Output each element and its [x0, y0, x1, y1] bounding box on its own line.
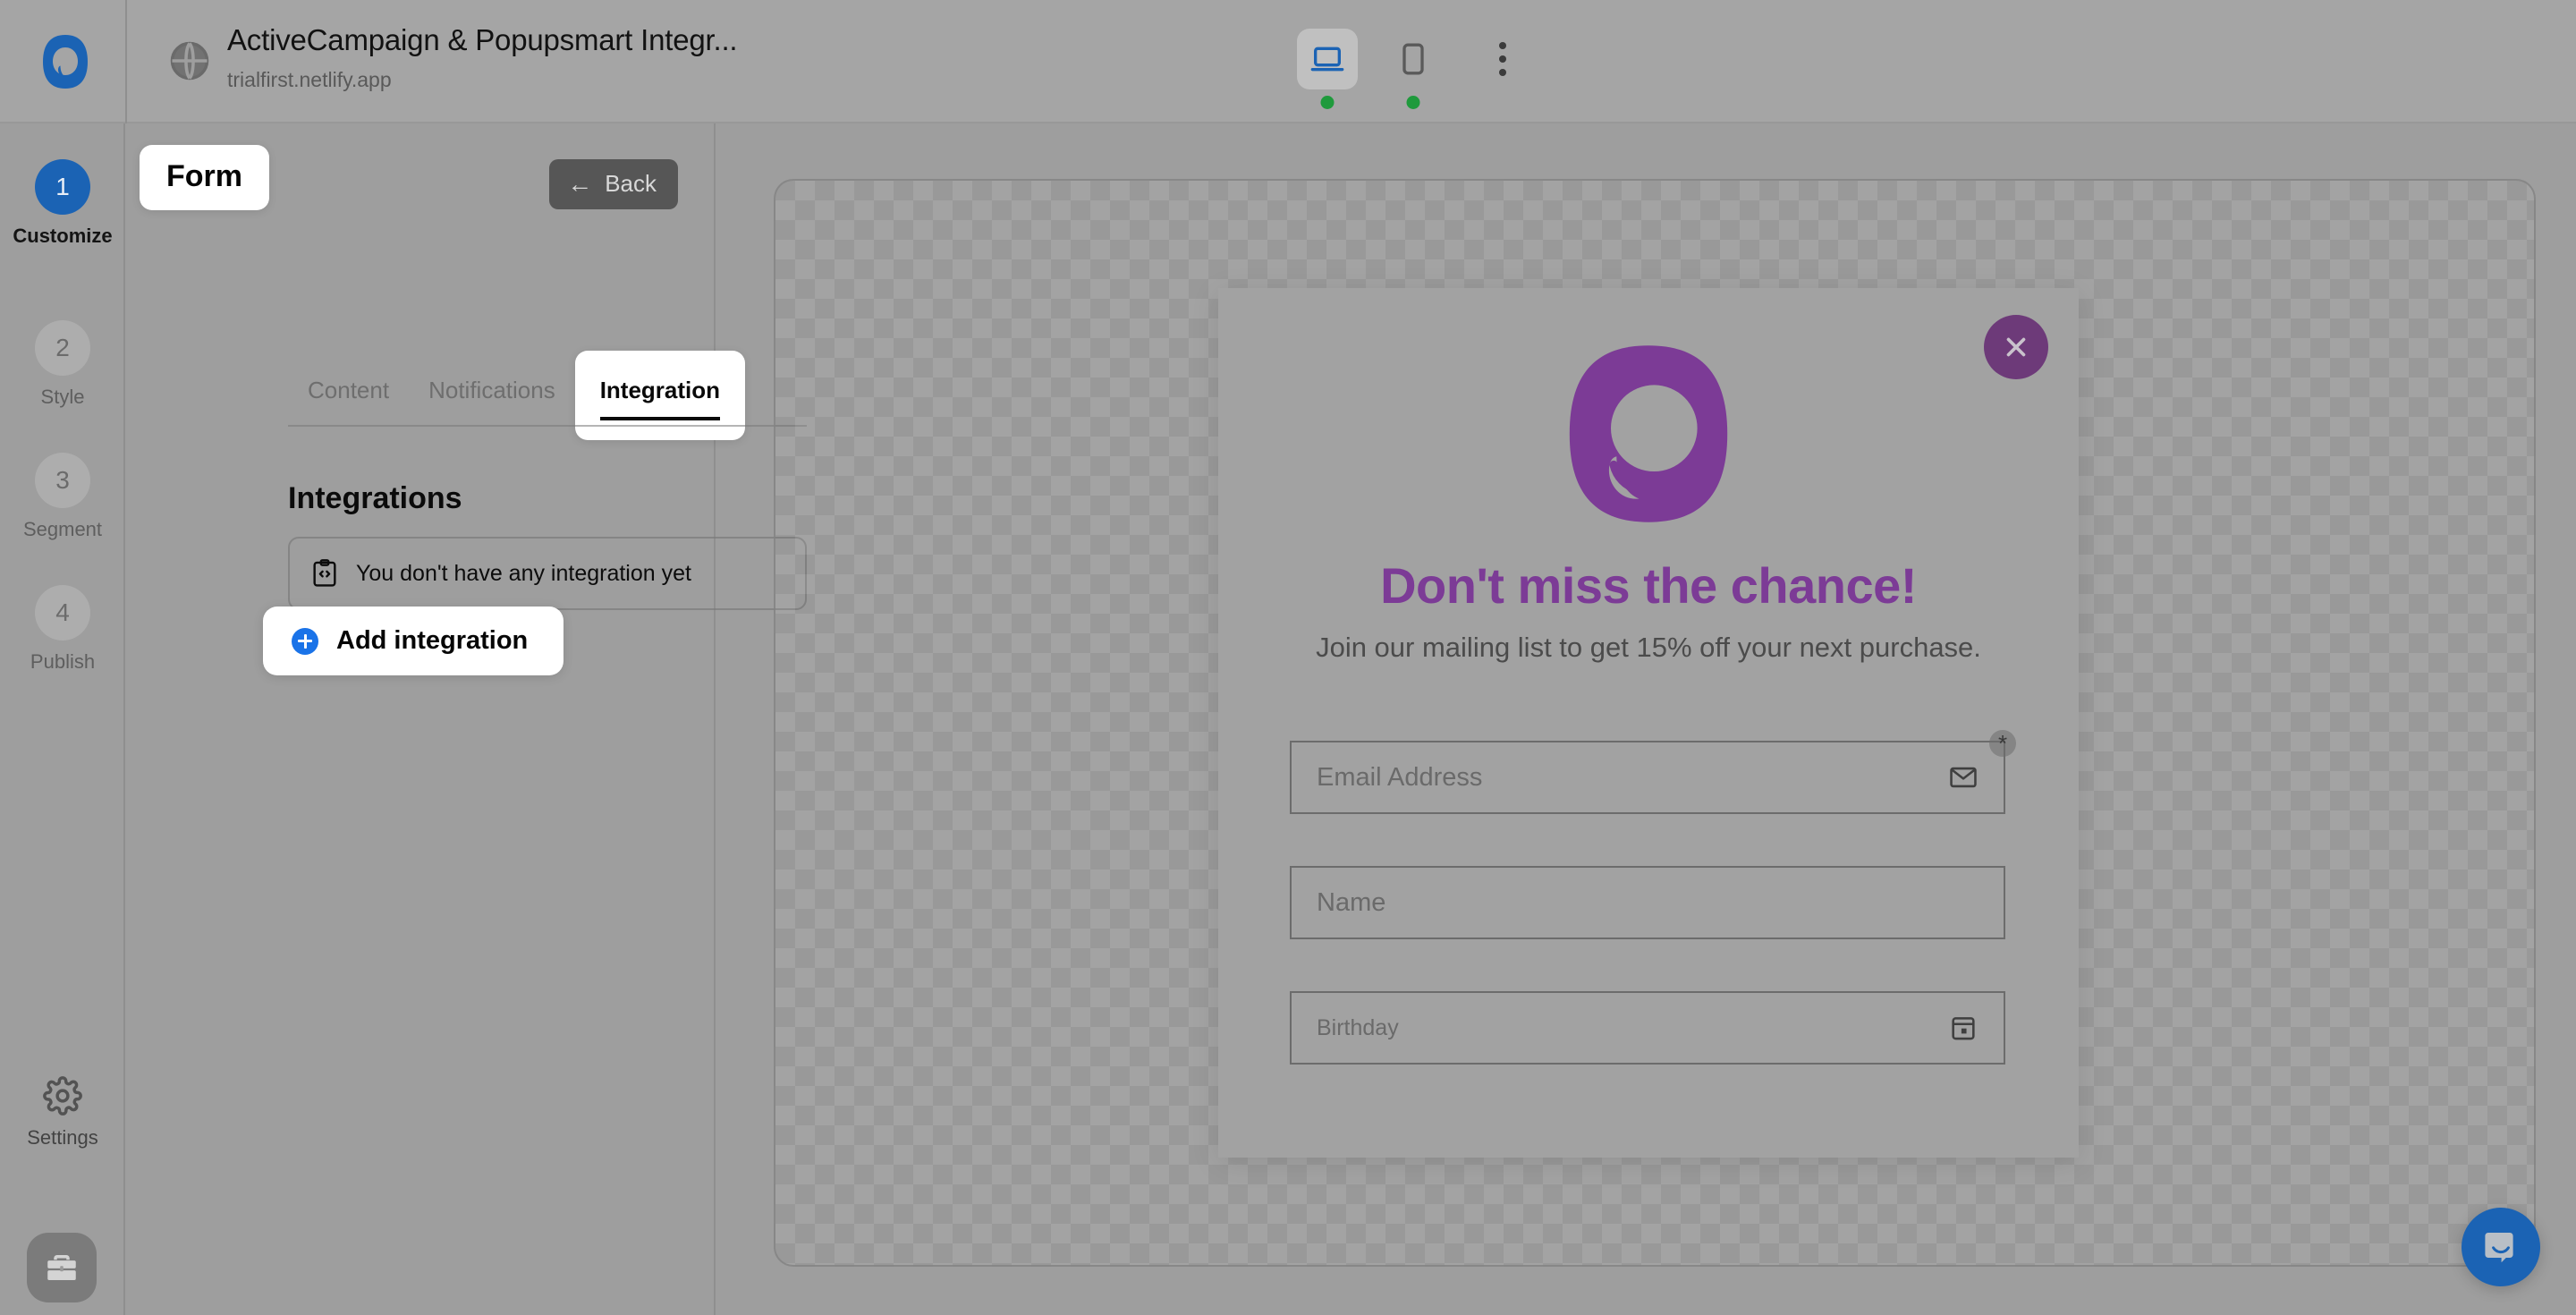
add-integration-label: Add integration — [336, 626, 529, 655]
sidebar-step-style[interactable]: 2 Style — [0, 320, 125, 409]
birthday-field-placeholder: Birthday — [1317, 1014, 1399, 1040]
step-number-badge: 1 — [35, 159, 90, 215]
back-button-label: Back — [605, 170, 657, 197]
sidebar-step-publish[interactable]: 4 Publish — [0, 585, 125, 674]
chat-bubble-icon — [2485, 1233, 2513, 1263]
popupsmart-logo-icon[interactable] — [36, 32, 95, 91]
arrow-left-icon: ← — [567, 169, 593, 198]
device-preview-toggle-group — [1297, 29, 1528, 109]
laptop-icon — [1310, 47, 1344, 72]
panel-title-badge: Form — [140, 145, 269, 210]
sidebar-settings-label: Settings — [27, 1126, 98, 1149]
sidebar-item-settings[interactable]: Settings — [0, 1076, 125, 1150]
tab-notifications[interactable]: Notifications — [409, 370, 575, 410]
popup-heading: Don't miss the chance! — [1380, 557, 1917, 614]
email-field-placeholder: Email Address — [1317, 762, 1483, 792]
mobile-preview-button[interactable] — [1383, 29, 1444, 109]
briefcase-icon — [47, 1255, 76, 1280]
workspace-button[interactable] — [27, 1233, 97, 1302]
birthday-field[interactable]: Birthday — [1290, 991, 2005, 1065]
step-label: Publish — [30, 650, 96, 673]
close-icon — [2006, 337, 2026, 357]
mobile-status-dot — [1406, 96, 1420, 109]
step-label: Customize — [13, 225, 113, 247]
tab-integration[interactable]: Integration — [574, 351, 746, 440]
popup-preview-card: Don't miss the chance! Join our mailing … — [1218, 288, 2079, 1158]
required-marker: * — [1989, 730, 2016, 757]
popup-close-button[interactable] — [1984, 315, 2048, 379]
desktop-preview-button[interactable] — [1297, 29, 1358, 109]
step-label: Segment — [22, 518, 103, 540]
top-bar: ActiveCampaign & Popupsmart Integr... tr… — [0, 0, 2576, 123]
settings-panel: Form ← Back Content Notifications Integr… — [127, 123, 807, 1315]
step-number-badge: 4 — [35, 585, 90, 641]
step-rail: 1 Customize 2 Style 3 Segment 4 Publish … — [0, 123, 125, 1315]
gear-icon — [43, 1076, 82, 1116]
globe-icon — [166, 38, 213, 84]
kebab-menu-icon[interactable] — [1478, 29, 1528, 89]
tab-underline-rule — [288, 425, 807, 427]
desktop-status-dot — [1320, 96, 1335, 109]
sidebar-step-customize[interactable]: 1 Customize — [0, 159, 125, 248]
back-button[interactable]: ← Back — [549, 159, 678, 209]
step-number-badge: 2 — [35, 320, 90, 376]
app-root: ActiveCampaign & Popupsmart Integr... tr… — [0, 0, 2576, 1315]
integrations-empty-state: You don't have any integration yet — [288, 537, 807, 610]
site-url: trialfirst.netlify.app — [227, 68, 392, 91]
calendar-icon — [1952, 1017, 1975, 1040]
email-field[interactable]: Email Address * — [1290, 730, 2016, 814]
name-field-placeholder: Name — [1317, 887, 1386, 917]
page-title: ActiveCampaign & Popupsmart Integr... — [227, 23, 738, 56]
envelope-icon — [1950, 767, 1977, 788]
popupsmart-p-logo — [1555, 340, 1742, 528]
step-number-badge: 3 — [35, 453, 90, 508]
add-integration-button[interactable]: Add integration — [263, 607, 564, 675]
integrations-heading: Integrations — [288, 481, 462, 515]
chat-launcher-button[interactable] — [2462, 1208, 2540, 1286]
phone-icon — [1402, 43, 1424, 75]
header-divider — [125, 0, 127, 123]
name-field[interactable]: Name — [1290, 866, 2005, 939]
empty-state-label: You don't have any integration yet — [356, 560, 691, 586]
tab-content[interactable]: Content — [288, 370, 409, 410]
panel-tab-bar: Content Notifications Integration — [288, 351, 843, 440]
clipboard-code-icon — [313, 559, 336, 587]
popup-subtext: Join our mailing list to get 15% off you… — [1316, 632, 1981, 663]
sidebar-step-segment[interactable]: 3 Segment — [0, 453, 125, 541]
plus-circle-icon — [292, 627, 318, 655]
step-label: Style — [40, 386, 85, 408]
